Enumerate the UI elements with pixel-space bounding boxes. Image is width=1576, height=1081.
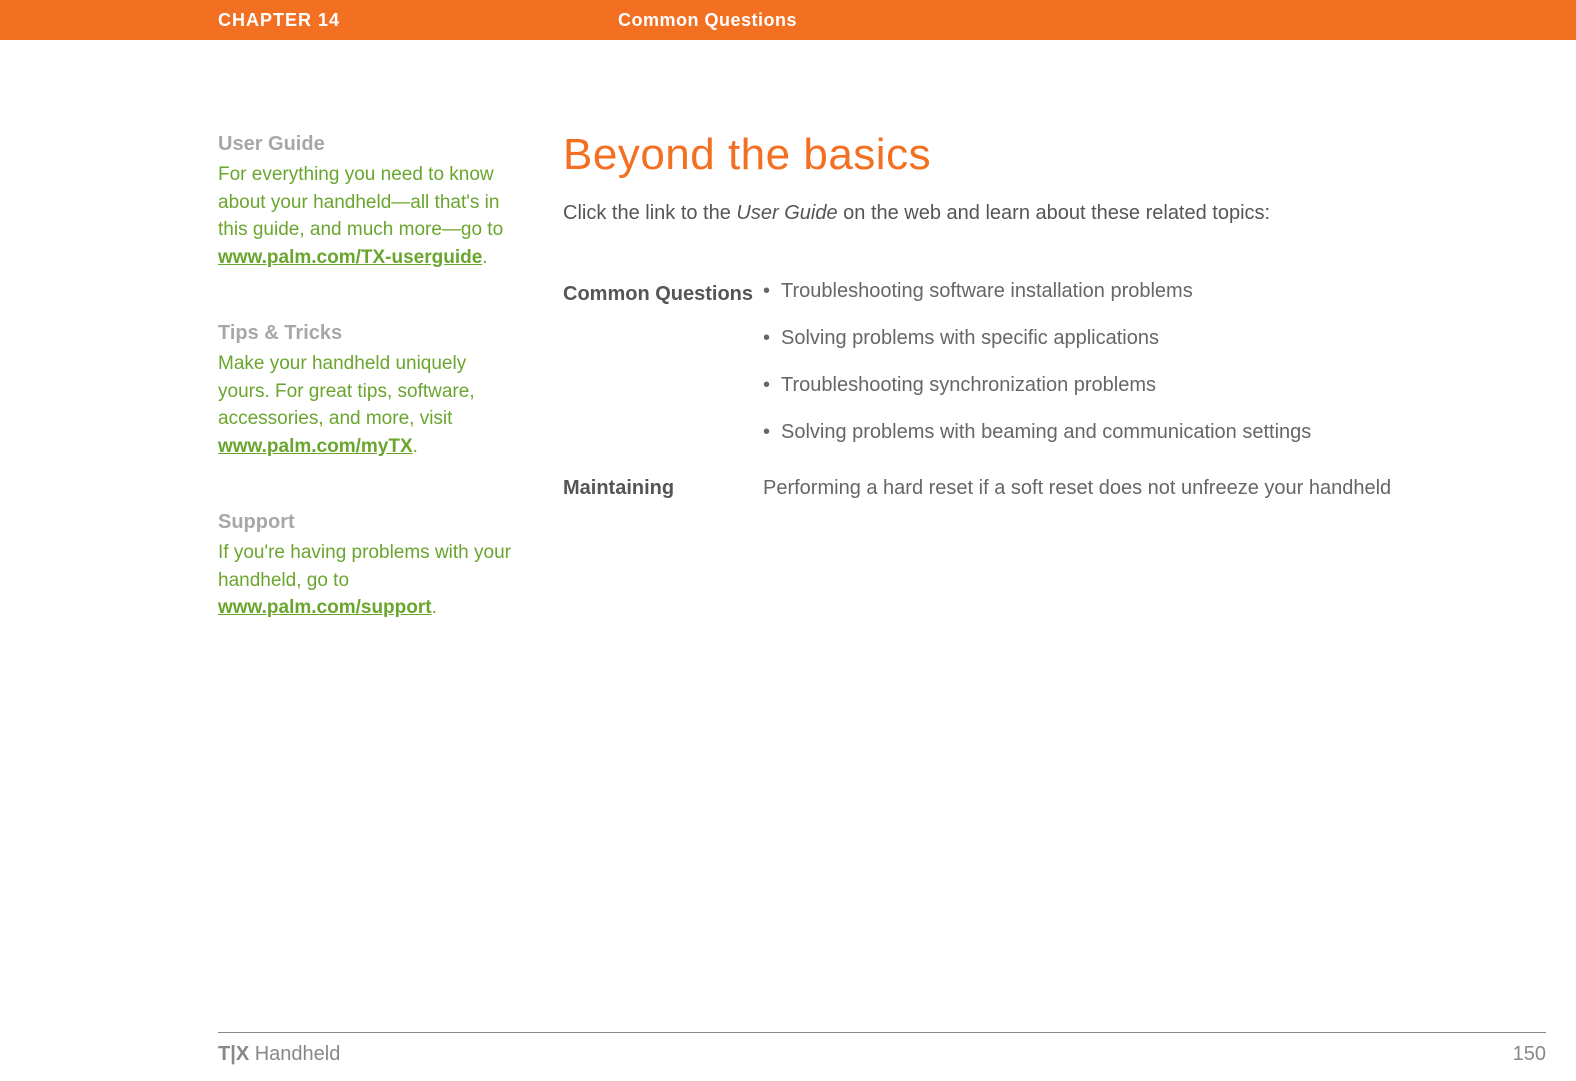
topic-link-common-questions[interactable]: Common Questions xyxy=(563,280,763,468)
sidebar-heading-tips: Tips & Tricks xyxy=(218,319,513,348)
main-content: Beyond the basics Click the link to the … xyxy=(563,130,1546,670)
sidebar-support-text-after: . xyxy=(432,597,437,618)
intro-after: on the web and learn about these related… xyxy=(838,202,1271,224)
sidebar-support: Support If you're having problems with y… xyxy=(218,508,513,622)
page-body: User Guide For everything you need to kn… xyxy=(218,130,1546,670)
footer-product: T|X Handheld xyxy=(218,1043,340,1066)
sidebar-tips-text-before: Make your handheld uniquely yours. For g… xyxy=(218,353,475,429)
sidebar-text-support: If you're having problems with your hand… xyxy=(218,539,513,622)
sidebar-text-tips: Make your handheld uniquely yours. For g… xyxy=(218,350,513,460)
sidebar-heading-user-guide: User Guide xyxy=(218,130,513,159)
chapter-header: CHAPTER 14 Common Questions xyxy=(0,0,1576,40)
topic-link-maintaining[interactable]: Maintaining xyxy=(563,474,763,502)
link-tips[interactable]: www.palm.com/myTX xyxy=(218,436,413,457)
footer-product-bold: T|X xyxy=(218,1043,249,1065)
sidebar-tips-text-after: . xyxy=(413,436,418,457)
topic-row-common-questions: Common Questions Troubleshooting softwar… xyxy=(563,280,1546,468)
link-user-guide[interactable]: www.palm.com/TX-userguide xyxy=(218,247,482,268)
footer-product-rest: Handheld xyxy=(249,1043,340,1065)
sidebar-user-guide-text-after: . xyxy=(482,247,487,268)
sidebar-tips: Tips & Tricks Make your handheld uniquel… xyxy=(218,319,513,460)
topic-content-common-questions: Troubleshooting software installation pr… xyxy=(763,280,1546,468)
sidebar-user-guide-text-before: For everything you need to know about yo… xyxy=(218,164,503,240)
list-item: Troubleshooting software installation pr… xyxy=(763,280,1546,303)
intro-text: Click the link to the User Guide on the … xyxy=(563,202,1546,225)
sidebar: User Guide For everything you need to kn… xyxy=(218,130,563,670)
topic-content-maintaining: Performing a hard reset if a soft reset … xyxy=(763,474,1546,502)
page-number: 150 xyxy=(1513,1043,1546,1066)
list-item: Solving problems with specific applicati… xyxy=(763,327,1546,350)
topic-plain-text: Performing a hard reset if a soft reset … xyxy=(763,474,1546,502)
topic-row-maintaining: Maintaining Performing a hard reset if a… xyxy=(563,474,1546,502)
list-item: Troubleshooting synchronization problems xyxy=(763,374,1546,397)
sidebar-support-text-before: If you're having problems with your hand… xyxy=(218,542,511,591)
sidebar-user-guide: User Guide For everything you need to kn… xyxy=(218,130,513,271)
chapter-label: CHAPTER 14 xyxy=(218,10,618,31)
link-support[interactable]: www.palm.com/support xyxy=(218,597,432,618)
sidebar-heading-support: Support xyxy=(218,508,513,537)
footer-rule xyxy=(218,1032,1546,1033)
intro-before: Click the link to the xyxy=(563,202,736,224)
section-label: Common Questions xyxy=(618,10,797,31)
list-item: Solving problems with beaming and commun… xyxy=(763,421,1546,444)
sidebar-text-user-guide: For everything you need to know about yo… xyxy=(218,161,513,271)
intro-italic: User Guide xyxy=(736,202,837,224)
page-title: Beyond the basics xyxy=(563,130,1546,180)
